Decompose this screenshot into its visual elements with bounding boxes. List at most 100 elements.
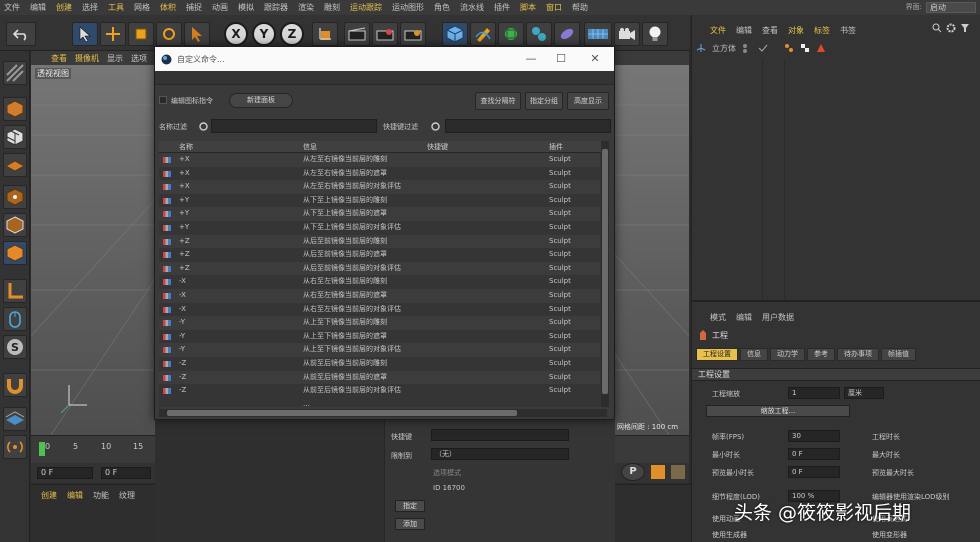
attribute-tab-0[interactable]: 工程设置 — [696, 348, 738, 361]
table-horizontal-scrollbar[interactable] — [159, 409, 607, 417]
x-axis-lock-button[interactable]: X — [224, 22, 248, 46]
attribute-tab-5[interactable]: 帧插值 — [881, 348, 916, 361]
minimize-button[interactable]: — — [523, 51, 539, 67]
light-button[interactable] — [642, 22, 668, 46]
menu-item-13[interactable]: 运动跟踪 — [350, 2, 382, 13]
menu-item-16[interactable]: 流水线 — [460, 2, 484, 13]
pen-spline-button[interactable] — [470, 22, 496, 46]
texture-mode-button[interactable] — [3, 125, 27, 149]
attribute-tab-2[interactable]: 动力学 — [770, 348, 805, 361]
attribute-tab-3[interactable]: 参考 — [807, 348, 835, 361]
keyframe-selection-button[interactable] — [671, 465, 685, 479]
menu-item-12[interactable]: 雕刻 — [324, 2, 340, 13]
workplane-mode-button[interactable] — [3, 153, 27, 177]
horizontal-scroll-thumb[interactable] — [167, 410, 517, 416]
table-row[interactable]: +Z 从后至前镜像当前层的雕刻 Sculpt — [159, 234, 600, 249]
menu-item-5[interactable]: 网格 — [134, 2, 150, 13]
filter-clear-icon[interactable] — [199, 122, 208, 131]
axis-mode-button[interactable] — [3, 279, 27, 303]
menu-item-18[interactable]: 脚本 — [520, 2, 536, 13]
render-picture-viewer-button[interactable] — [372, 22, 398, 46]
table-row[interactable]: +X 从左至右镜像当前层的遮罩 Sculpt — [159, 167, 600, 181]
rotate-tool-button[interactable] — [156, 22, 182, 46]
coordinate-system-button[interactable] — [312, 22, 338, 46]
shortcut-filter-input[interactable] — [445, 119, 611, 133]
column-header-name[interactable]: 名称 — [179, 142, 193, 152]
use-generators-checkbox[interactable]: 使用生成器 — [712, 530, 747, 540]
menu-item-11[interactable]: 渲染 — [298, 2, 314, 13]
start-frame-field[interactable]: 0 F — [37, 467, 93, 479]
floor-button[interactable] — [584, 22, 612, 46]
viewport-menu-item-3[interactable]: 选项 — [131, 53, 147, 64]
shortcut-filter-clear-icon[interactable] — [431, 122, 440, 131]
tag-dots-icon[interactable] — [784, 43, 794, 53]
menu-item-2[interactable]: 创建 — [56, 2, 72, 13]
commands-table[interactable]: 名称 信息 快捷键 插件 +X 从左至右镜像当前层的雕刻 Sculpt +X 从左至右镜… — [159, 141, 607, 407]
highlight-button[interactable]: 高度显示 — [567, 92, 609, 110]
z-axis-lock-button[interactable]: Z — [280, 22, 304, 46]
table-row[interactable]: +Z 从后至前镜像当前层的遮罩 Sculpt — [159, 248, 600, 262]
table-row[interactable]: +Z 从后至前镜像当前层的对象评估 Sculpt — [159, 261, 600, 276]
vertical-scroll-thumb[interactable] — [602, 149, 608, 394]
make-editable-button[interactable] — [3, 61, 27, 85]
select-tool-button[interactable] — [72, 22, 98, 46]
render-settings-button[interactable] — [400, 22, 426, 46]
attribute-tab-1[interactable]: 信息 — [740, 348, 768, 361]
model-mode-button[interactable] — [3, 97, 27, 121]
move-tool-button[interactable] — [100, 22, 126, 46]
table-row[interactable]: -Y 从上至下镜像当前层的对象评估 Sculpt — [159, 343, 600, 357]
gear-icon[interactable] — [946, 23, 956, 33]
snap-button[interactable]: S — [3, 335, 27, 359]
search-icon[interactable] — [932, 23, 942, 33]
object-menu-item-5[interactable]: 书签 — [840, 25, 856, 36]
attribute-menu-item-1[interactable]: 编辑 — [736, 312, 752, 323]
menu-item-0[interactable]: 文件 — [4, 2, 20, 13]
check-icon[interactable] — [758, 43, 768, 53]
scale-project-button[interactable]: 缩放工程... — [706, 405, 850, 417]
polygons-mode-button[interactable] — [3, 241, 27, 265]
column-header-plugin[interactable]: 插件 — [549, 142, 563, 152]
menu-item-1[interactable]: 编辑 — [30, 2, 46, 13]
project-scale-field[interactable]: 1 — [788, 387, 840, 399]
render-view-button[interactable] — [344, 22, 370, 46]
table-row[interactable]: -Y 从上至下镜像当前层的遮罩 Sculpt — [159, 330, 600, 344]
table-row[interactable]: -Z 从前至后镜像当前层的遮罩 Sculpt — [159, 370, 600, 385]
table-row[interactable]: +X 从左至右镜像当前层的雕刻 Sculpt — [159, 153, 600, 167]
column-header-info[interactable]: 信息 — [303, 142, 317, 152]
assign-group-button[interactable]: 指定分组 — [525, 92, 563, 110]
layout-selector[interactable]: 界面: 启动 — [906, 1, 976, 13]
preview-min-field[interactable]: 0 F — [788, 466, 840, 478]
subdivision-surface-button[interactable] — [498, 22, 524, 46]
live-select-button[interactable] — [184, 22, 210, 46]
keyframe-button[interactable]: P — [621, 463, 645, 481]
menu-item-7[interactable]: 捕捉 — [186, 2, 202, 13]
table-row[interactable]: -X 从右至左镜像当前层的雕刻 Sculpt — [159, 275, 600, 289]
menu-item-14[interactable]: 运动图形 — [392, 2, 424, 13]
current-frame-field[interactable]: 0 F — [101, 467, 151, 479]
viewport-menu-item-1[interactable]: 摄像机 — [75, 53, 99, 64]
edges-mode-button[interactable] — [3, 213, 27, 237]
fps-field[interactable]: 30 — [788, 430, 840, 442]
menu-item-20[interactable]: 帮助 — [572, 2, 588, 13]
restrict-dropdown[interactable]: （无） — [431, 448, 569, 460]
magnet-button[interactable] — [3, 373, 27, 397]
filter-icon[interactable] — [960, 23, 970, 33]
table-row[interactable]: -X 从右至左镜像当前层的对象评估 Sculpt — [159, 303, 600, 317]
checkerboard-tag-icon[interactable] — [800, 43, 810, 53]
workplane-grid-button[interactable] — [3, 407, 27, 431]
maximize-button[interactable]: ☐ — [553, 51, 569, 67]
table-vertical-scrollbar[interactable] — [601, 141, 609, 407]
layout-dropdown[interactable]: 启动 — [926, 1, 976, 13]
viewport-menu-item-0[interactable]: 查看 — [51, 53, 67, 64]
camera-button[interactable] — [614, 22, 640, 46]
assign-shortcut-button[interactable]: 指定 — [395, 500, 425, 512]
object-menu-item-4[interactable]: 标签 — [814, 25, 830, 36]
find-separator-button[interactable]: 查找分隔符 — [475, 92, 521, 110]
menu-item-6[interactable]: 体积 — [160, 2, 176, 13]
material-menu-item-2[interactable]: 功能 — [93, 490, 109, 501]
deformer-button[interactable] — [554, 22, 580, 46]
scale-tool-button[interactable] — [128, 22, 154, 46]
cube-primitive-button[interactable] — [442, 22, 468, 46]
viewport-menu-item-2[interactable]: 显示 — [107, 53, 123, 64]
menu-item-10[interactable]: 跟踪器 — [264, 2, 288, 13]
